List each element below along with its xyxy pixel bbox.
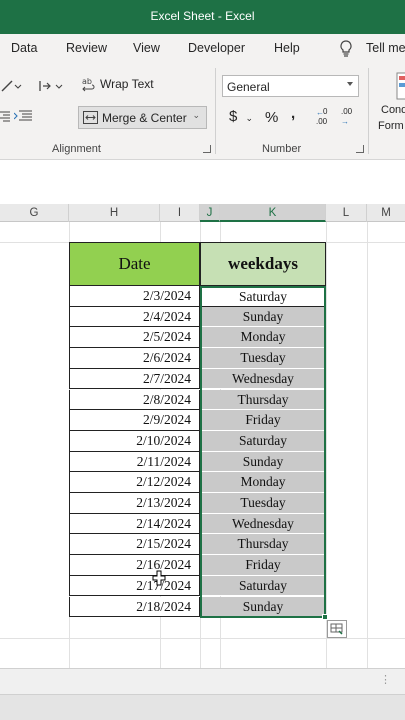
formula-bar-area: [0, 160, 405, 204]
alignment-dialog-launcher-icon[interactable]: [203, 145, 211, 153]
number-format-value: General: [227, 80, 270, 94]
weekday-cell[interactable]: Wednesday: [200, 368, 326, 390]
date-cell[interactable]: 2/4/2024: [69, 306, 200, 328]
column-header-l[interactable]: L: [326, 204, 367, 222]
tell-me-search[interactable]: Tell me: [366, 41, 405, 55]
date-cell[interactable]: 2/12/2024: [69, 472, 200, 493]
spreadsheet-grid[interactable]: Date weekdays 2/3/2024 Saturday 2/4/2024…: [0, 222, 405, 668]
status-bar: [0, 694, 405, 720]
ribbon: ab Wrap Text Merge & Center ⌄ General $ …: [0, 64, 405, 160]
column-header-g[interactable]: G: [0, 204, 69, 222]
weekday-cell[interactable]: Sunday: [200, 451, 326, 473]
group-separator: [215, 68, 216, 154]
decrease-decimal-label: .00: [341, 107, 353, 116]
weekday-cell[interactable]: Tuesday: [200, 348, 326, 369]
currency-symbol: $: [229, 108, 238, 125]
quick-analysis-button[interactable]: [327, 620, 347, 638]
merge-center-icon: [83, 111, 98, 124]
grid-line: [367, 222, 368, 668]
tab-help[interactable]: Help: [274, 41, 300, 55]
weekday-cell[interactable]: Thursday: [200, 389, 326, 411]
quick-analysis-icon: [330, 623, 343, 635]
date-cell[interactable]: 2/14/2024: [69, 513, 200, 535]
date-cell[interactable]: 2/16/2024: [69, 555, 200, 576]
weekday-cell[interactable]: Sunday: [200, 306, 326, 328]
date-cell[interactable]: 2/9/2024: [69, 410, 200, 431]
merge-center-label: Merge & Center: [102, 111, 187, 125]
wrap-text-button[interactable]: ab Wrap Text: [82, 77, 154, 93]
date-cell[interactable]: 2/7/2024: [69, 368, 200, 390]
conditional-formatting-label-2[interactable]: Form: [378, 120, 404, 132]
group-separator: [368, 68, 369, 154]
column-header-m[interactable]: M: [367, 204, 405, 222]
date-cell[interactable]: 2/15/2024: [69, 534, 200, 556]
title-bar: Excel Sheet - Excel: [0, 0, 405, 34]
group-label-number: Number: [262, 143, 302, 155]
decrease-decimal-button[interactable]: .00 →: [341, 107, 359, 128]
conditional-formatting-icon[interactable]: [396, 72, 405, 100]
accounting-format-button[interactable]: $ ⌄: [229, 108, 253, 125]
wrap-text-label: Wrap Text: [100, 77, 154, 92]
chevron-down-icon: ⌄: [192, 110, 200, 120]
weekday-cell[interactable]: Saturday: [200, 430, 326, 452]
increase-decimal-label: .00: [316, 117, 328, 126]
date-cell[interactable]: 2/18/2024: [69, 596, 200, 618]
date-cell[interactable]: 2/10/2024: [69, 430, 200, 452]
tab-data[interactable]: Data: [11, 41, 37, 55]
number-format-dropdown[interactable]: General: [222, 75, 359, 97]
mouse-cursor-icon: [152, 570, 166, 586]
weekday-cell[interactable]: Saturday: [200, 575, 326, 597]
percent-style-button[interactable]: %: [265, 109, 278, 126]
weekday-cell[interactable]: Wednesday: [200, 513, 326, 535]
column-header-k[interactable]: K: [220, 204, 326, 222]
merge-center-button[interactable]: Merge & Center ⌄: [78, 106, 207, 129]
conditional-formatting-label-1[interactable]: Cond: [381, 104, 405, 116]
indent-icon[interactable]: [14, 110, 32, 122]
weekday-cell[interactable]: Friday: [200, 555, 326, 576]
weekday-cell[interactable]: Saturday: [200, 286, 326, 307]
weekday-cell[interactable]: Monday: [200, 327, 326, 349]
weekday-cell[interactable]: Monday: [200, 472, 326, 493]
date-cell[interactable]: 2/3/2024: [69, 286, 200, 307]
group-label-alignment: Alignment: [52, 143, 101, 155]
column-header-i[interactable]: I: [160, 204, 200, 222]
align-right-icon[interactable]: [0, 110, 10, 122]
date-cell[interactable]: 2/6/2024: [69, 348, 200, 369]
weekday-cell[interactable]: Friday: [200, 410, 326, 431]
column-headers: G H I J K L M: [0, 204, 405, 222]
number-dialog-launcher-icon[interactable]: [356, 145, 364, 153]
date-cell[interactable]: 2/13/2024: [69, 493, 200, 514]
window-title: Excel Sheet - Excel: [150, 9, 255, 23]
tab-developer[interactable]: Developer: [188, 41, 245, 55]
chevron-down-icon: ⌄: [245, 113, 254, 123]
tab-view[interactable]: View: [133, 41, 160, 55]
date-cell[interactable]: 2/11/2024: [69, 451, 200, 473]
date-header-cell[interactable]: Date: [69, 242, 200, 286]
column-header-j[interactable]: J: [200, 204, 220, 222]
dropdown-arrow-icon: [347, 82, 353, 86]
lightbulb-icon: [340, 40, 352, 57]
date-cell[interactable]: 2/8/2024: [69, 389, 200, 411]
tab-review[interactable]: Review: [66, 41, 107, 55]
grid-line: [326, 222, 327, 668]
weekday-cell[interactable]: Tuesday: [200, 493, 326, 514]
column-header-h[interactable]: H: [69, 204, 160, 222]
date-cell[interactable]: 2/5/2024: [69, 327, 200, 349]
more-options-icon[interactable]: ⋮: [380, 673, 391, 686]
weekdays-header-cell[interactable]: weekdays: [200, 242, 326, 286]
text-direction-icon[interactable]: [38, 79, 64, 93]
increase-decimal-button[interactable]: ← 0 .00: [316, 107, 334, 128]
arrow-right-icon: →: [341, 117, 349, 126]
comma-style-button[interactable]: ,: [291, 105, 295, 122]
wrap-text-icon: ab: [82, 77, 95, 92]
orientation-icon[interactable]: [0, 78, 22, 94]
weekday-cell[interactable]: Thursday: [200, 534, 326, 556]
weekday-cell[interactable]: Sunday: [200, 596, 326, 618]
date-cell[interactable]: 2/17/2024: [69, 575, 200, 597]
ribbon-tabs: Data Review View Developer Help Tell me: [0, 34, 405, 64]
increase-decimal-top: 0: [323, 107, 328, 116]
svg-text:ab: ab: [82, 77, 92, 86]
